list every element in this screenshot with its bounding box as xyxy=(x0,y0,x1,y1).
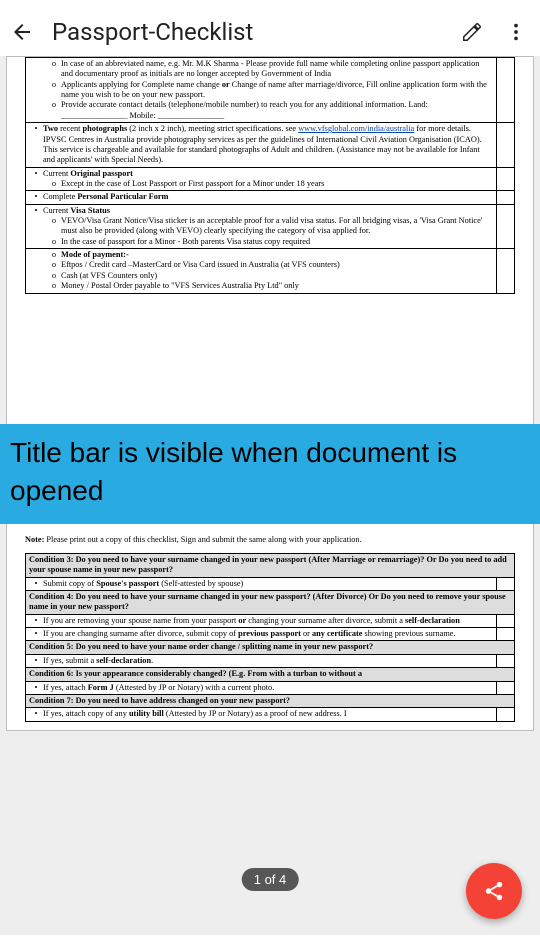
checklist-text: Mode of payment:- xyxy=(61,250,493,260)
checklist-text: Money / Postal Order payable to "VFS Ser… xyxy=(61,281,493,291)
edit-button[interactable] xyxy=(460,20,484,44)
checklist-text: If yes, attach copy of any utility bill … xyxy=(43,709,493,719)
more-button[interactable] xyxy=(504,20,528,44)
checklist-text: If you are changing surname after divorc… xyxy=(43,629,493,639)
checklist-text: If yes, submit a self-declaration. xyxy=(43,656,493,666)
checklist-text: Complete Personal Particular Form xyxy=(43,192,493,202)
checklist-text: VEVO/Visa Grant Notice/Visa sticker is a… xyxy=(61,216,493,237)
arrow-left-icon xyxy=(10,20,34,44)
checklist-text: Applicants applying for Complete name ch… xyxy=(61,80,493,101)
more-vert-icon xyxy=(505,21,527,43)
pencil-icon xyxy=(461,21,483,43)
info-banner: Title bar is visible when document is op… xyxy=(0,424,540,524)
checklist-text: If yes, attach Form J (Attested by JP or… xyxy=(43,683,493,693)
checklist-text: Current Visa Status xyxy=(43,206,493,216)
checklist-text: In case of an abbreviated name, e.g. Mr.… xyxy=(61,59,493,80)
condition-header: Condition 3: Do you need to have your su… xyxy=(26,553,515,577)
condition-header: Condition 7: Do you need to have address… xyxy=(26,694,515,707)
page-indicator: 1 of 4 xyxy=(242,868,299,891)
checklist-text: Cash (at VFS Counters only) xyxy=(61,271,493,281)
back-button[interactable] xyxy=(8,18,36,46)
checklist-text: Two recent photographs (2 inch x 2 inch)… xyxy=(43,124,493,165)
app-header: Passport-Checklist xyxy=(0,8,540,56)
condition-header: Condition 5: Do you need to have your na… xyxy=(26,641,515,654)
checklist-text: Current Original passport xyxy=(43,169,493,179)
share-fab[interactable] xyxy=(466,863,522,919)
condition-header: Condition 4: Do you need to have your su… xyxy=(26,591,515,615)
page-title: Passport-Checklist xyxy=(52,18,444,46)
checklist-text: Submit copy of Spouse's passport (Self-a… xyxy=(43,579,493,589)
share-icon xyxy=(483,880,505,902)
checklist-text: If you are removing your spouse name fro… xyxy=(43,616,493,626)
checklist-text: Eftpos / Credit card –MasterCard or Visa… xyxy=(61,260,493,270)
note-text: Note: Please print out a copy of this ch… xyxy=(25,535,515,545)
document-page-2: Note: Please print out a copy of this ch… xyxy=(6,520,534,731)
checklist-text: In the case of passport for a Minor - Bo… xyxy=(61,237,493,247)
checklist-text: Provide accurate contact details (teleph… xyxy=(61,100,493,121)
condition-header: Condition 6: Is your appearance consider… xyxy=(26,668,515,681)
checklist-text: Except in the case of Lost Passport or F… xyxy=(61,179,493,189)
